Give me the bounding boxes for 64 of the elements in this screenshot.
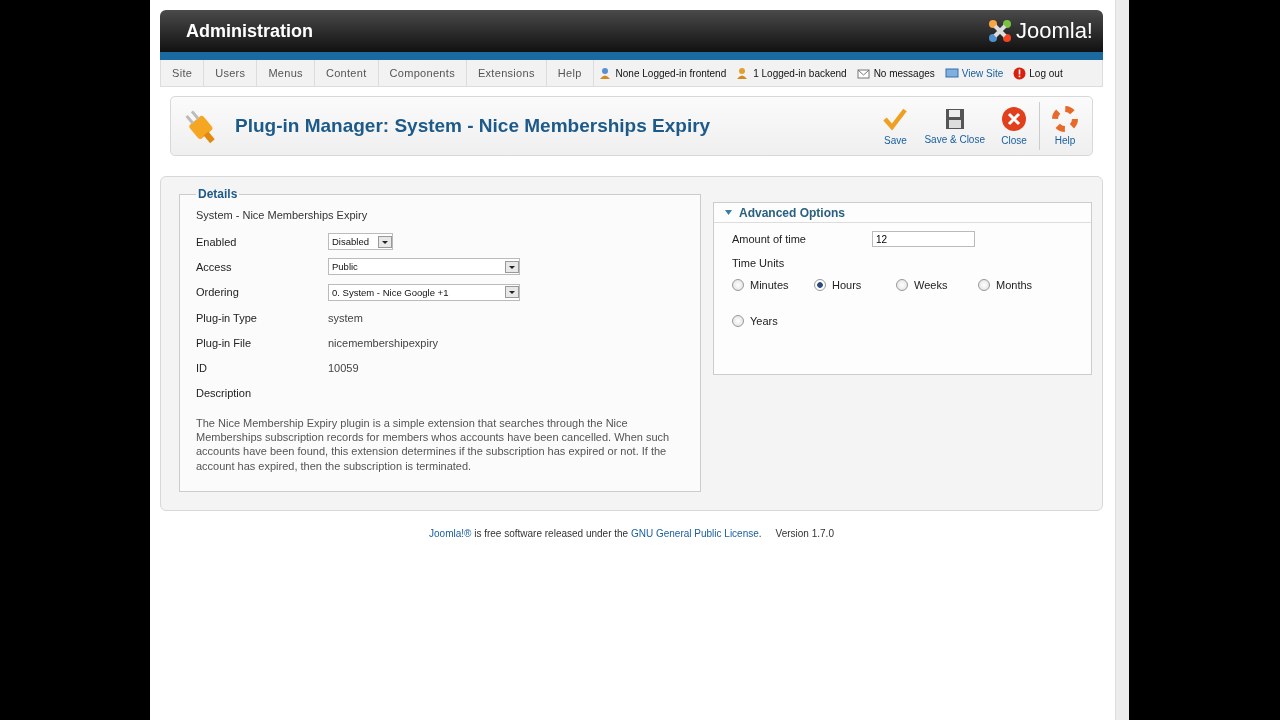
- radio-button[interactable]: [896, 279, 908, 291]
- radio-button[interactable]: [732, 279, 744, 291]
- radio-button[interactable]: [732, 315, 744, 327]
- caret-icon: [378, 235, 392, 248]
- caret-icon: [505, 260, 519, 273]
- page-title: Plug-in Manager: System - Nice Memberships Expiry: [235, 115, 712, 137]
- status-text: No messages: [873, 67, 935, 79]
- save-button[interactable]: Save: [876, 104, 915, 148]
- advanced-options-header[interactable]: Advanced Options: [714, 203, 1091, 223]
- amount-input[interactable]: 12: [872, 231, 975, 247]
- radio-label: Hours: [832, 279, 862, 291]
- radio-label: Weeks: [914, 279, 948, 291]
- save-close-button[interactable]: Save & Close: [918, 105, 991, 147]
- field-label: Description: [196, 387, 253, 400]
- logo-text: Joomla!: [1015, 18, 1093, 44]
- checkmark-icon: [882, 106, 909, 132]
- view-site-link[interactable]: View Site: [961, 67, 1004, 79]
- header-title: Administration: [186, 20, 313, 42]
- menu-item[interactable]: Menus: [257, 60, 315, 86]
- description-text: The Nice Membership Expiry plugin is a simple extension that searches through the Nice Memberships subscription records for members whos accounts have been cancelled. When such accounts have been found, this extension determines if the subscription has expired or not. If the account has expired, then the subscription is terminated.: [196, 416, 671, 473]
- select-dropdown[interactable]: Disabled: [328, 233, 393, 251]
- field-value: nicemembershipexpiry: [328, 336, 439, 349]
- menu-item[interactable]: Components: [378, 60, 467, 86]
- monitor-icon: [944, 67, 959, 79]
- select-dropdown[interactable]: 0. System - Nice Google +1: [328, 283, 520, 301]
- field-label: Amount of time: [732, 233, 807, 245]
- plugin-name: System - Nice Memberships Expiry: [196, 209, 369, 221]
- field-label: Enabled: [196, 235, 238, 248]
- radio-label: Years: [750, 315, 778, 327]
- field-value: 10059: [328, 362, 359, 375]
- close-button[interactable]: Close: [995, 104, 1033, 148]
- footer-text: Joomla!® is free software released under the GNU General Public License.: [429, 527, 762, 539]
- caret-icon: [505, 286, 519, 299]
- field-label: Plug-in File: [196, 336, 253, 349]
- logout-link[interactable]: Log out: [1029, 67, 1063, 79]
- status-text: 1 Logged-in backend: [753, 67, 847, 79]
- select-dropdown[interactable]: Public: [328, 258, 520, 276]
- field-label: Access: [196, 260, 233, 273]
- menu-item[interactable]: Content: [314, 60, 379, 86]
- menu-item[interactable]: Help: [546, 60, 594, 86]
- version-text: Version 1.7.0: [775, 527, 834, 539]
- license-link[interactable]: GNU General Public License: [630, 527, 759, 539]
- radio-label: Months: [996, 279, 1033, 291]
- status-text: None Logged-in frontend: [615, 67, 727, 79]
- logo-icon: [986, 18, 1013, 44]
- radio-label: Minutes: [750, 279, 789, 291]
- menu-item[interactable]: Extensions: [466, 60, 547, 86]
- field-label: Time Units: [732, 257, 786, 269]
- radio-button[interactable]: [978, 279, 990, 291]
- help-button[interactable]: Help: [1046, 104, 1084, 148]
- envelope-icon: [856, 66, 871, 80]
- close-icon: [1001, 106, 1027, 132]
- joomla-link[interactable]: Joomla!®: [429, 527, 472, 539]
- field-label: ID: [196, 362, 208, 375]
- details-legend: Details: [196, 187, 240, 201]
- menu-item[interactable]: Site: [161, 60, 205, 86]
- menu-item[interactable]: Users: [204, 60, 258, 86]
- field-label: Plug-in Type: [196, 311, 258, 324]
- field-label: Ordering: [196, 286, 240, 299]
- field-value: system: [328, 311, 363, 324]
- user-icon: [598, 66, 613, 80]
- lifebuoy-icon: [1052, 106, 1078, 132]
- logout-icon: [1013, 66, 1027, 80]
- radio-button[interactable]: [814, 279, 826, 291]
